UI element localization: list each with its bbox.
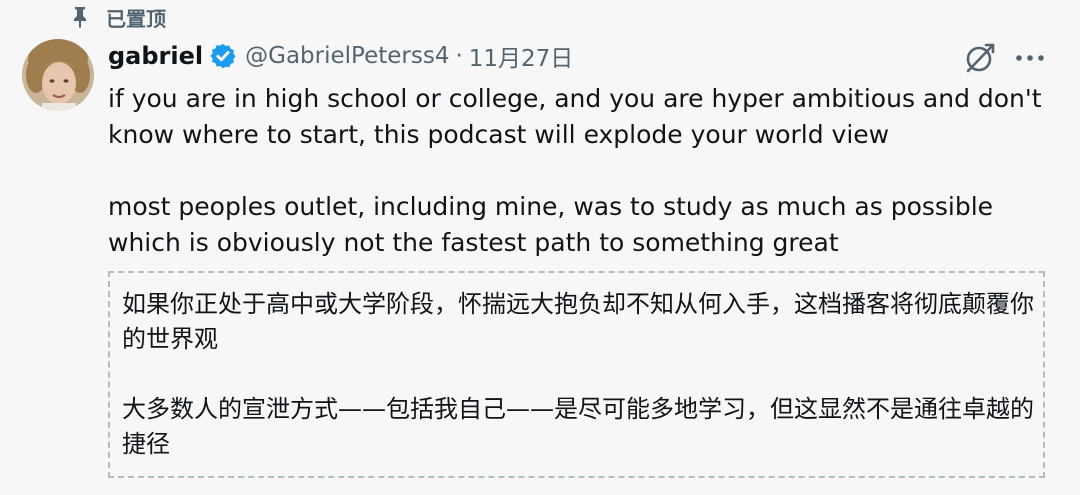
translation-paragraph-2: 大多数人的宣泄方式——包括我自己——是尽可能多地学习，但这显然不是通往卓越的捷径 <box>122 395 1034 458</box>
header-separator: · <box>455 43 463 69</box>
tweet-date[interactable]: 11月27日 <box>469 39 574 73</box>
translation-text: 如果你正处于高中或大学阶段，怀揣远大抱负却不知从何入手，这档播客将彻底颠覆你的世… <box>122 287 1034 462</box>
author-name[interactable]: gabriel <box>108 42 203 70</box>
translation-paragraph-1: 如果你正处于高中或大学阶段，怀揣远大抱负却不知从何入手，这档播客将彻底颠覆你的世… <box>122 290 1034 353</box>
pinned-indicator: 已置顶 <box>68 4 166 31</box>
avatar[interactable] <box>22 39 94 111</box>
grok-icon[interactable] <box>962 40 998 76</box>
translation-box: 如果你正处于高中或大学阶段，怀揣远大抱负却不知从何入手，这档播客将彻底颠覆你的世… <box>108 271 1045 478</box>
tweet-header: gabriel @GabrielPeterss4 · 11月27日 <box>108 38 573 74</box>
pin-icon <box>74 7 86 28</box>
pinned-label: 已置顶 <box>106 6 166 31</box>
author-handle[interactable]: @GabrielPeterss4 <box>245 43 449 69</box>
tweet-text: if you are in high school or college, an… <box>108 81 1053 261</box>
tweet-paragraph-2: most peoples outlet, including mine, was… <box>108 192 994 257</box>
more-options-icon[interactable] <box>1012 42 1048 74</box>
verified-badge-icon <box>210 43 236 69</box>
avatar-photo <box>22 39 94 111</box>
tweet-paragraph-1: if you are in high school or college, an… <box>108 84 1042 149</box>
